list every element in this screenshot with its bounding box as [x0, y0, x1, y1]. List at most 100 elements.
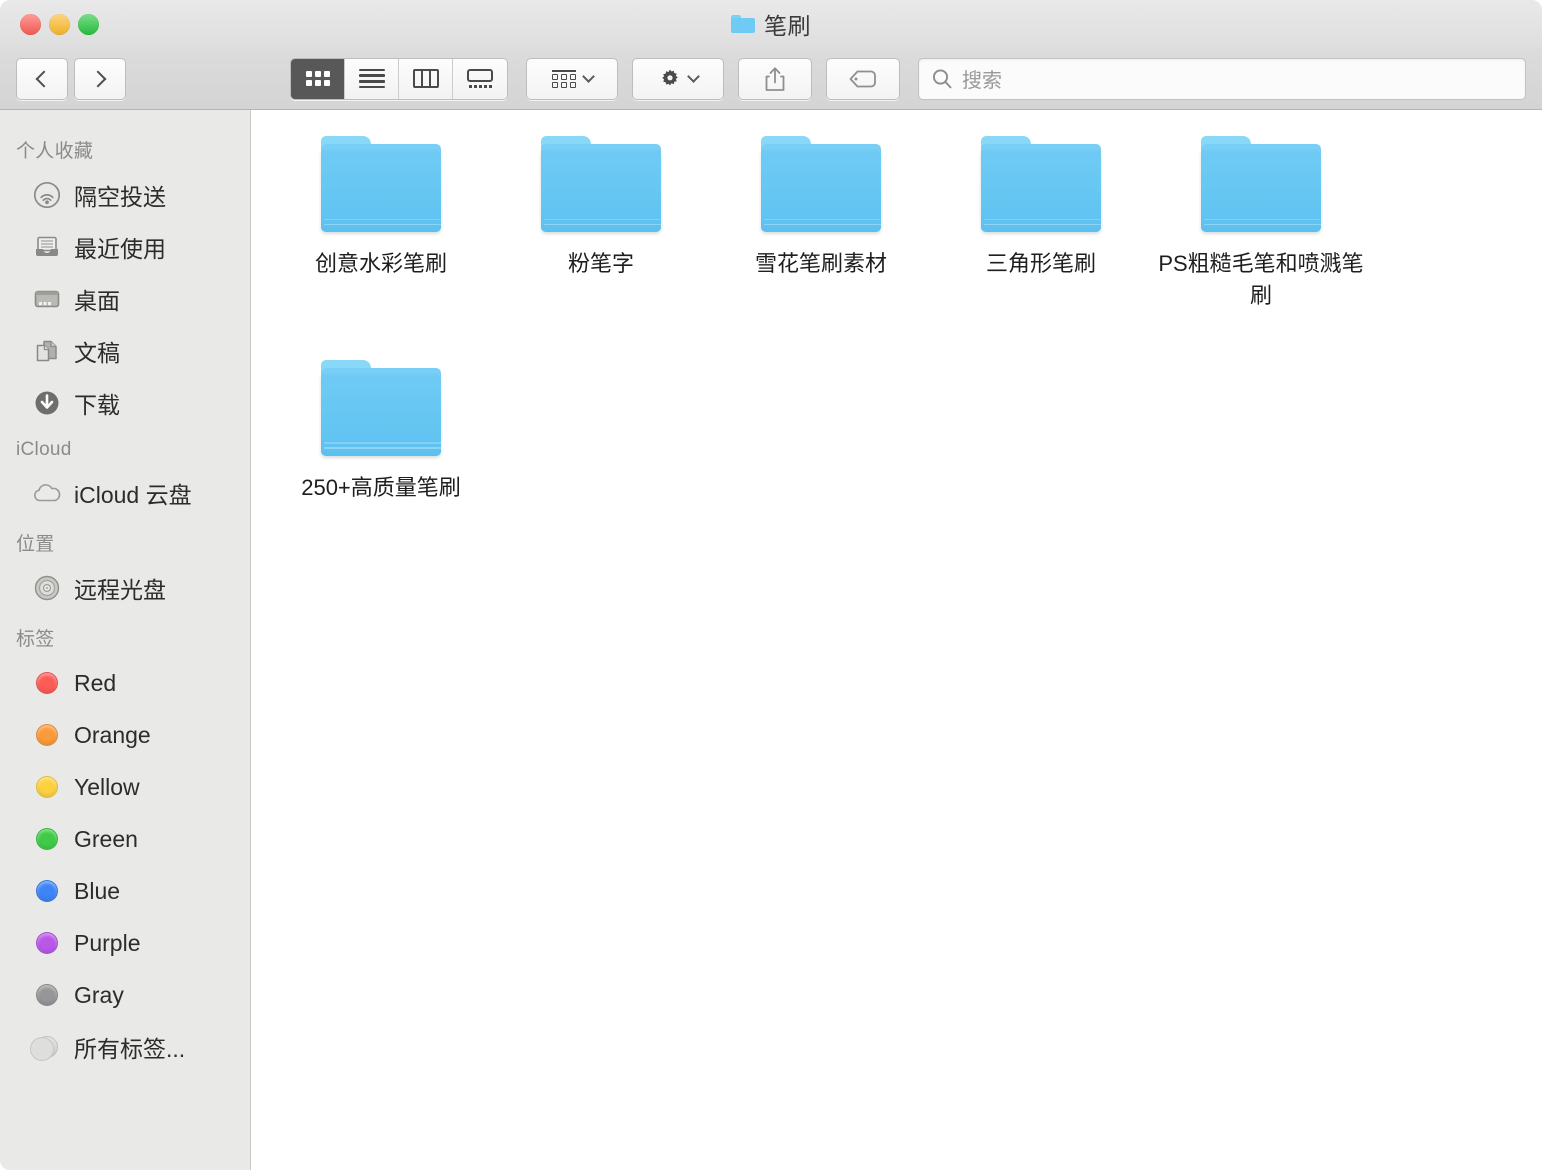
window-title: 笔刷	[0, 0, 1542, 48]
sidebar-section-favorites-header: 个人收藏	[0, 126, 250, 169]
share-button[interactable]	[738, 58, 812, 100]
tag-dot-icon	[32, 772, 62, 802]
gear-icon	[659, 68, 681, 90]
tag-dot-icon	[32, 668, 62, 698]
file-name: 雪花笔刷素材	[755, 248, 887, 280]
list-view-button[interactable]	[345, 59, 399, 99]
gallery-view-button[interactable]	[453, 59, 507, 99]
chevron-down-icon	[687, 70, 700, 83]
chevron-down-icon	[582, 70, 595, 83]
minimize-button[interactable]	[49, 14, 70, 35]
sidebar-section-tags-header: 标签	[0, 614, 250, 657]
search-field[interactable]: 搜索	[918, 58, 1526, 100]
sidebar-item-label: iCloud 云盘	[74, 476, 192, 510]
sidebar-item-label: 远程光盘	[74, 571, 166, 605]
folder-icon	[1199, 134, 1323, 234]
tag-dot-icon	[32, 876, 62, 906]
close-button[interactable]	[20, 14, 41, 35]
file-item[interactable]: 创意水彩笔刷	[271, 134, 491, 312]
all-tags-icon	[32, 1032, 62, 1062]
file-item[interactable]: 粉笔字	[491, 134, 711, 312]
action-menu-button[interactable]	[632, 58, 724, 100]
window-body: 个人收藏 隔空投送	[0, 110, 1542, 1170]
sidebar-item-label: Blue	[74, 878, 120, 905]
back-button[interactable]	[16, 58, 68, 100]
file-name: PS粗糙毛笔和喷溅笔刷	[1155, 248, 1367, 312]
sidebar-item-label: 文稿	[74, 334, 120, 368]
downloads-icon	[32, 388, 62, 418]
sidebar-section-icloud-header: iCloud	[0, 429, 250, 467]
column-view-button[interactable]	[399, 59, 453, 99]
sidebar-tag-all-tags[interactable]: 所有标签...	[0, 1021, 250, 1073]
traffic-light-group	[0, 14, 99, 35]
icon-view-button[interactable]	[291, 59, 345, 99]
search-input[interactable]: 搜索	[962, 64, 1002, 93]
sidebar-tag-red[interactable]: Red	[0, 657, 250, 709]
file-grid: 创意水彩笔刷 粉笔字 雪花笔刷素材	[251, 110, 1542, 1170]
sidebar-item-desktop[interactable]: 桌面	[0, 273, 250, 325]
file-name: 粉笔字	[568, 248, 634, 280]
cloud-icon	[32, 478, 62, 508]
arrange-button[interactable]	[526, 58, 618, 100]
arrange-grid-icon	[552, 70, 576, 88]
file-name: 创意水彩笔刷	[315, 248, 447, 280]
recents-icon	[32, 232, 62, 262]
list-icon	[359, 69, 385, 88]
file-item[interactable]: 250+高质量笔刷	[271, 358, 491, 504]
desktop-icon	[32, 284, 62, 314]
sidebar-item-remote-disc[interactable]: 远程光盘	[0, 562, 250, 614]
columns-icon	[413, 69, 439, 88]
chevron-left-icon	[36, 70, 53, 87]
folder-icon	[759, 134, 883, 234]
zoom-button[interactable]	[78, 14, 99, 35]
file-item[interactable]: 雪花笔刷素材	[711, 134, 931, 312]
folder-icon	[319, 358, 443, 458]
search-icon	[931, 68, 953, 90]
toolbar: 搜索	[0, 48, 1542, 110]
navigation-group	[16, 58, 126, 100]
sidebar-item-label: Gray	[74, 982, 124, 1009]
file-item[interactable]: 三角形笔刷	[931, 134, 1151, 312]
sidebar-item-label: Green	[74, 826, 138, 853]
sidebar-item-label: Orange	[74, 722, 151, 749]
tag-dot-icon	[32, 928, 62, 958]
folder-icon	[731, 15, 755, 33]
sidebar-tag-blue[interactable]: Blue	[0, 865, 250, 917]
sidebar-item-airdrop[interactable]: 隔空投送	[0, 169, 250, 221]
file-name: 三角形笔刷	[986, 248, 1096, 280]
folder-icon	[979, 134, 1103, 234]
documents-icon	[32, 336, 62, 366]
sidebar-item-label: 桌面	[74, 282, 120, 316]
airdrop-icon	[32, 180, 62, 210]
tag-dot-icon	[32, 824, 62, 854]
chevron-right-icon	[90, 70, 107, 87]
file-item[interactable]: PS粗糙毛笔和喷溅笔刷	[1151, 134, 1371, 312]
folder-icon	[319, 134, 443, 234]
forward-button[interactable]	[74, 58, 126, 100]
folder-icon	[539, 134, 663, 234]
sidebar-item-label: 最近使用	[74, 230, 166, 264]
share-icon	[763, 66, 787, 92]
sidebar-item-label: Purple	[74, 930, 140, 957]
sidebar-item-label: 隔空投送	[74, 178, 166, 212]
sidebar-section-locations-header: 位置	[0, 519, 250, 562]
sidebar-item-icloud-drive[interactable]: iCloud 云盘	[0, 467, 250, 519]
title-bar: 笔刷	[0, 0, 1542, 48]
sidebar-item-label: 下载	[74, 386, 120, 420]
sidebar-tag-yellow[interactable]: Yellow	[0, 761, 250, 813]
sidebar-item-recents[interactable]: 最近使用	[0, 221, 250, 273]
sidebar-tag-green[interactable]: Green	[0, 813, 250, 865]
file-name: 250+高质量笔刷	[301, 472, 461, 504]
disc-icon	[32, 573, 62, 603]
sidebar-tag-gray[interactable]: Gray	[0, 969, 250, 1021]
sidebar-item-documents[interactable]: 文稿	[0, 325, 250, 377]
tag-dot-icon	[32, 720, 62, 750]
sidebar-tag-purple[interactable]: Purple	[0, 917, 250, 969]
sidebar-item-downloads[interactable]: 下载	[0, 377, 250, 429]
sidebar: 个人收藏 隔空投送	[0, 110, 251, 1170]
sidebar-item-label: 所有标签...	[74, 1030, 185, 1064]
page-title: 笔刷	[764, 7, 811, 41]
tags-button[interactable]	[826, 58, 900, 100]
sidebar-tag-orange[interactable]: Orange	[0, 709, 250, 761]
tag-dot-icon	[32, 980, 62, 1010]
